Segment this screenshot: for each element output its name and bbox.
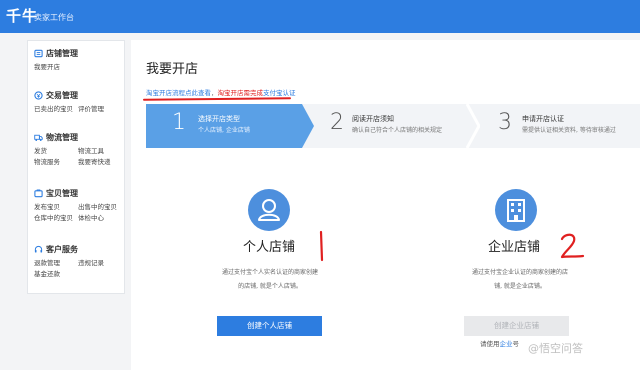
sidebar: 店铺管理 我要开店 交易管理 已卖出的宝贝 评价管理 物流管理 发货 物流工具 … — [27, 40, 125, 294]
step-3-title: 申请开店认证 — [522, 115, 564, 123]
enterprise-desc-line-1: 通过支付宝企业认证的商家创建的店 — [471, 269, 568, 276]
personal-desc-line-2: 的店铺, 就是个人店铺。 — [238, 283, 302, 290]
create-enterprise-shop-button[interactable]: 创建企业店铺 — [464, 316, 569, 336]
enterprise-account-hint: 请使用企业号 — [480, 338, 519, 348]
watermark: @悟空问答 — [528, 342, 583, 355]
sidebar-link-refunds[interactable]: 退款管理 — [34, 258, 78, 269]
annotation-mark-1 — [319, 230, 324, 262]
personal-desc-line-1: 通过支付宝个人实名认证的商家创建 — [221, 269, 318, 276]
sidebar-link-violations[interactable]: 违规记录 — [78, 258, 122, 269]
sidebar-link-items-in-warehouse[interactable]: 仓库中的宝贝 — [34, 213, 78, 224]
page-title: 我要开店 — [146, 62, 199, 77]
sidebar-link-fund-repayment[interactable]: 基金还款 — [34, 269, 78, 280]
sidebar-group-title: 物流管理 — [46, 132, 78, 142]
sidebar-link-logistics-service[interactable]: 物流服务 — [34, 157, 78, 168]
step-3-number: 3 — [498, 110, 512, 135]
sidebar-head-trade[interactable]: 交易管理 — [34, 89, 122, 101]
enterprise-shop-title: 企业店铺 — [488, 240, 541, 255]
sidebar-group-title: 店铺管理 — [46, 48, 78, 58]
hint-suffix: 号 — [512, 340, 520, 348]
sidebar-group-customer: 客户服务 退款管理 违规记录 基金还款 — [34, 243, 122, 280]
enterprise-shop-desc: 通过支付宝企业认证的商家创建的店 铺, 就是企业店铺。 — [461, 266, 579, 294]
personal-shop-title: 个人店铺 — [243, 240, 296, 255]
sidebar-link-open-shop[interactable]: 我要开店 — [34, 62, 78, 73]
annotation-mark-2 — [560, 233, 585, 259]
sidebar-link-logistics-tools[interactable]: 物流工具 — [78, 146, 122, 157]
step-1-desc: 个人店铺, 企业店铺 — [198, 127, 250, 134]
sidebar-group-title: 宝贝管理 — [46, 188, 78, 198]
sidebar-group-shop: 店铺管理 我要开店 — [34, 47, 122, 73]
sidebar-head-items[interactable]: 宝贝管理 — [34, 187, 122, 199]
top-bar: 千牛 卖家工作台 — [0, 0, 640, 33]
sidebar-link-sold-items[interactable]: 已卖出的宝贝 — [34, 104, 78, 115]
item-box-icon — [34, 188, 43, 197]
step-divider-icon — [466, 104, 480, 148]
enterprise-account-link[interactable]: 企业 — [500, 340, 513, 348]
sidebar-link-ship[interactable]: 发货 — [34, 146, 78, 157]
sidebar-link-publish-item[interactable]: 发布宝贝 — [34, 202, 78, 213]
notice-bar: 淘宝开店流程点此查看，淘宝开店需完成支付宝认证 — [146, 87, 296, 97]
enterprise-desc-line-2: 铺, 就是企业店铺。 — [494, 283, 546, 290]
sidebar-group-title: 交易管理 — [46, 90, 78, 100]
step-2-number: 2 — [330, 110, 344, 135]
sidebar-group-title: 客户服务 — [46, 244, 78, 254]
process-link[interactable]: 淘宝开店流程点此查看 — [146, 89, 211, 97]
sidebar-group-trade: 交易管理 已卖出的宝贝 评价管理 — [34, 89, 122, 115]
annotation-underline — [142, 97, 292, 101]
hint-prefix: 请使用 — [480, 340, 500, 348]
app-subtitle: 卖家工作台 — [34, 13, 74, 22]
sidebar-group-items: 宝贝管理 发布宝贝 出售中的宝贝 仓库中的宝贝 体检中心 — [34, 187, 122, 224]
step-2-title: 阅读开店须知 — [352, 115, 394, 123]
step-indicator: 1 选择开店类型 个人店铺, 企业店铺 2 阅读开店须知 确认自己符合个人店铺的… — [146, 104, 640, 148]
person-icon — [248, 189, 290, 231]
sidebar-link-health-center[interactable]: 体检中心 — [78, 213, 122, 224]
step-1-title: 选择开店类型 — [198, 115, 240, 123]
step-3-desc: 需提供认证相关资料, 等待审核通过 — [522, 127, 616, 134]
sidebar-head-customer[interactable]: 客户服务 — [34, 243, 122, 255]
step-2-desc: 确认自己符合个人店铺的相关规定 — [352, 127, 443, 134]
building-icon — [495, 189, 537, 231]
sidebar-head-shop[interactable]: 店铺管理 — [34, 47, 122, 59]
truck-icon — [34, 134, 43, 141]
step-1-number: 1 — [172, 110, 186, 135]
personal-shop-desc: 通过支付宝个人实名认证的商家创建 的店铺, 就是个人店铺。 — [213, 266, 327, 294]
store-icon — [34, 49, 43, 57]
sidebar-link-reviews[interactable]: 评价管理 — [78, 104, 122, 115]
create-personal-shop-button[interactable]: 创建个人店铺 — [217, 316, 322, 336]
sidebar-link-items-on-sale[interactable]: 出售中的宝贝 — [78, 202, 122, 213]
alipay-auth-link[interactable]: 支付宝认证 — [263, 89, 296, 97]
alipay-notice-text: 淘宝开店需完成 — [217, 89, 264, 97]
sidebar-head-logistics[interactable]: 物流管理 — [34, 131, 122, 143]
sidebar-link-send-express[interactable]: 我要寄快递 — [78, 157, 122, 168]
trade-icon — [34, 90, 43, 100]
main-panel: 我要开店 淘宝开店流程点此查看，淘宝开店需完成支付宝认证 1 选择开店类型 个人… — [131, 40, 640, 370]
sidebar-group-logistics: 物流管理 发货 物流工具 物流服务 我要寄快递 — [34, 131, 122, 168]
customer-service-icon — [34, 245, 43, 252]
